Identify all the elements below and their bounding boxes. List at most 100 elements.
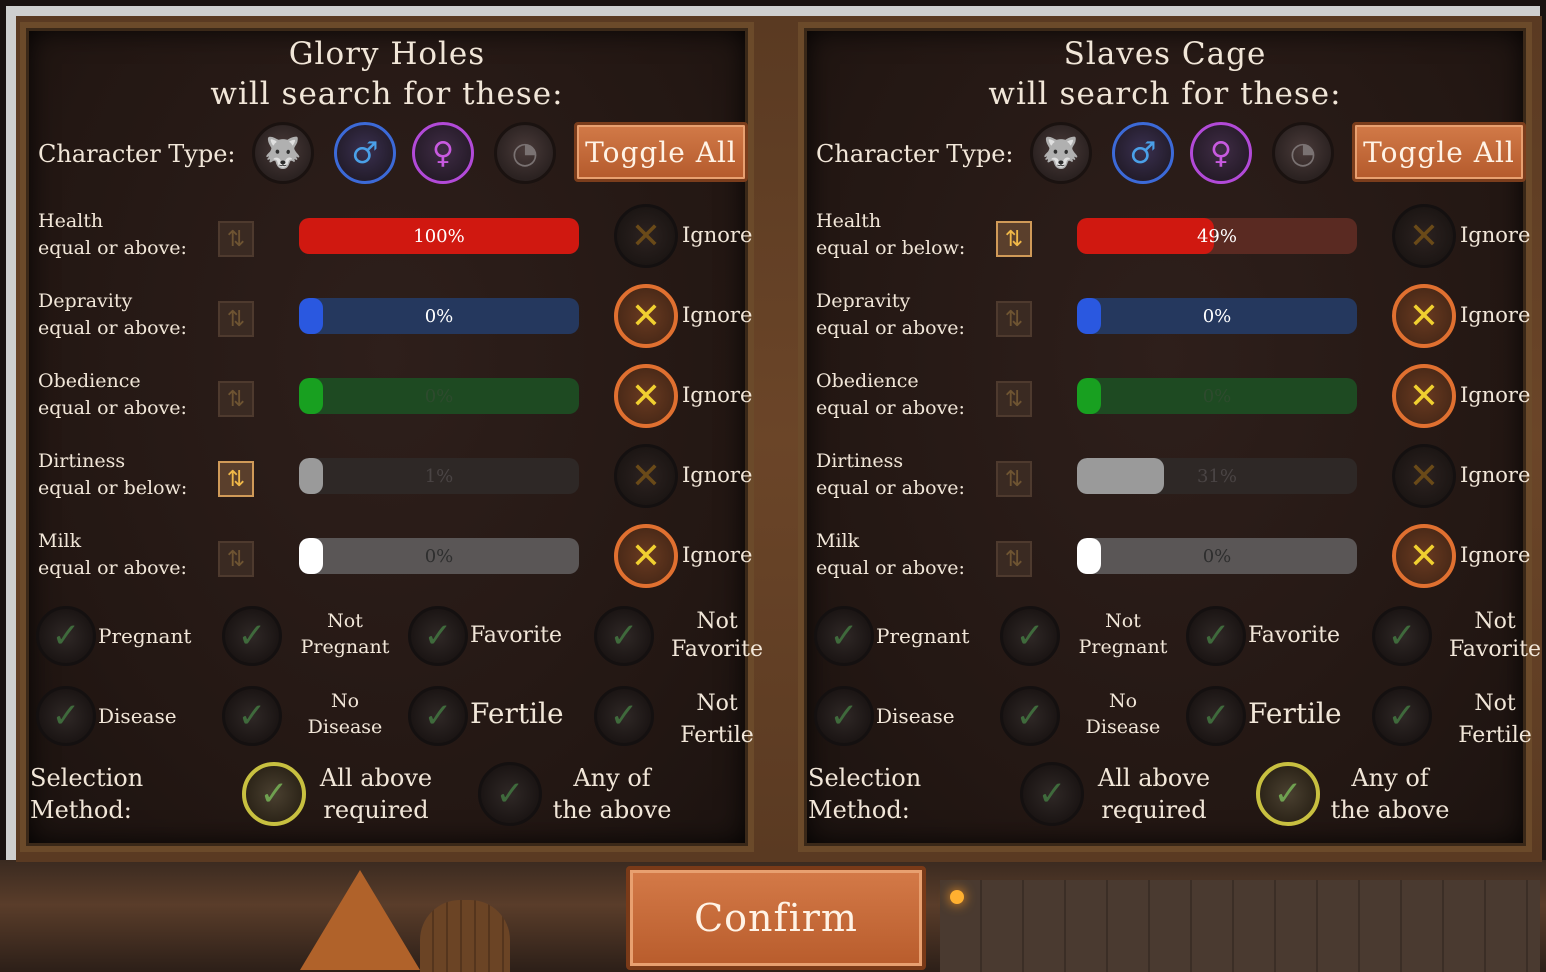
filter-checkbox[interactable]: ✓ <box>594 686 654 746</box>
swap-condition-button[interactable]: ⇅ <box>218 221 254 257</box>
swap-condition-button[interactable]: ⇅ <box>996 541 1032 577</box>
ignore-label: Ignore <box>1460 543 1531 567</box>
stat-label-obedience: Obedience equal or above: <box>816 368 965 422</box>
confirm-button[interactable]: Confirm <box>626 866 926 970</box>
filter-checkbox[interactable]: ✓ <box>594 606 654 666</box>
swap-condition-button[interactable]: ⇅ <box>996 381 1032 417</box>
filter-checkbox[interactable]: ✓ <box>36 606 96 666</box>
filter-checkbox[interactable]: ✓ <box>408 606 468 666</box>
panel-title: Slaves Cage <box>1063 36 1267 72</box>
stat-slider-dirtiness[interactable]: 1% <box>299 458 579 494</box>
ignore-toggle[interactable]: ✕ <box>614 284 678 348</box>
filter-label-line2: Favorite <box>1449 637 1541 662</box>
ignore-toggle[interactable]: ✕ <box>614 364 678 428</box>
filter-checkbox[interactable]: ✓ <box>1372 686 1432 746</box>
swap-icon: ⇅ <box>1004 386 1024 412</box>
ignore-toggle[interactable]: ✕ <box>614 444 678 508</box>
method-all-label: All above required <box>1084 762 1224 826</box>
stat-name: Obedience <box>816 370 919 392</box>
stat-condition: equal or above: <box>816 317 965 339</box>
filter-checkbox[interactable]: ✓ <box>1186 606 1246 666</box>
filter-checkbox[interactable]: ✓ <box>814 686 874 746</box>
checkmark-icon: ✓ <box>1037 774 1067 814</box>
method-all-line2: required <box>323 796 429 824</box>
filter-label: Pregnant <box>876 624 970 648</box>
filter-checkbox[interactable]: ✓ <box>1186 686 1246 746</box>
ignore-toggle[interactable]: ✕ <box>1392 284 1456 348</box>
swap-condition-button[interactable]: ⇅ <box>218 461 254 497</box>
ignore-toggle[interactable]: ✕ <box>1392 204 1456 268</box>
filter-label: Not Pregnant <box>280 608 410 660</box>
x-icon: ✕ <box>1408 295 1440 337</box>
fetus-icon: ◔ <box>1289 135 1317 171</box>
stat-slider-depravity[interactable]: 0% <box>299 298 579 334</box>
filter-label: No Disease <box>280 688 410 740</box>
toggle-all-button[interactable]: Toggle All <box>1352 122 1526 182</box>
stat-slider-health[interactable]: 49% <box>1077 218 1357 254</box>
x-icon: ✕ <box>1408 215 1440 257</box>
method-all-radio[interactable]: ✓ <box>1020 762 1084 826</box>
stat-slider-dirtiness[interactable]: 31% <box>1077 458 1357 494</box>
swap-condition-button[interactable]: ⇅ <box>996 221 1032 257</box>
swap-condition-button[interactable]: ⇅ <box>218 301 254 337</box>
character-type-button[interactable]: ♂ <box>334 122 396 184</box>
slider-value: 0% <box>1202 305 1232 327</box>
stat-condition: equal or below: <box>816 237 966 259</box>
ignore-toggle[interactable]: ✕ <box>614 524 678 588</box>
ignore-label: Ignore <box>682 543 753 567</box>
slider-value: 0% <box>424 385 454 407</box>
method-any-radio[interactable]: ✓ <box>1256 762 1320 826</box>
character-type-button[interactable]: ◔ <box>1272 122 1334 184</box>
toggle-all-button[interactable]: Toggle All <box>574 122 748 182</box>
method-any-radio[interactable]: ✓ <box>478 762 542 826</box>
slider-value: 0% <box>424 305 454 327</box>
swap-condition-button[interactable]: ⇅ <box>218 541 254 577</box>
character-type-button[interactable]: 🐺 <box>252 122 314 184</box>
stat-slider-health[interactable]: 100% <box>299 218 579 254</box>
checkmark-icon: ✓ <box>495 774 525 814</box>
stat-slider-obedience[interactable]: 0% <box>299 378 579 414</box>
filter-checkbox[interactable]: ✓ <box>1000 686 1060 746</box>
filter-label: Disease <box>876 704 955 728</box>
checkmark-icon: ✓ <box>829 696 859 736</box>
filter-checkbox[interactable]: ✓ <box>1372 606 1432 666</box>
panel-title: Glory Holes <box>288 36 486 72</box>
filter-label-line1: Not <box>696 609 738 634</box>
character-type-button[interactable]: ♂ <box>1112 122 1174 184</box>
filter-label: Fertile <box>1248 697 1342 730</box>
character-type-button[interactable]: ♀ <box>1190 122 1252 184</box>
stat-name: Health <box>38 210 104 232</box>
filter-checkbox[interactable]: ✓ <box>222 606 282 666</box>
stat-label-dirtiness: Dirtiness equal or above: <box>816 448 965 502</box>
stat-slider-milk[interactable]: 0% <box>299 538 579 574</box>
ignore-toggle[interactable]: ✕ <box>1392 524 1456 588</box>
x-icon: ✕ <box>1408 375 1440 417</box>
ignore-label: Ignore <box>682 383 753 407</box>
ignore-label: Ignore <box>682 303 753 327</box>
ignore-toggle[interactable]: ✕ <box>1392 444 1456 508</box>
filter-checkbox[interactable]: ✓ <box>814 606 874 666</box>
method-all-radio[interactable]: ✓ <box>242 762 306 826</box>
ignore-toggle[interactable]: ✕ <box>1392 364 1456 428</box>
stat-slider-milk[interactable]: 0% <box>1077 538 1357 574</box>
selection-label-line2: Method: <box>808 796 910 824</box>
swap-condition-button[interactable]: ⇅ <box>996 461 1032 497</box>
filter-checkbox[interactable]: ✓ <box>1000 606 1060 666</box>
swap-condition-button[interactable]: ⇅ <box>218 381 254 417</box>
filter-checkbox[interactable]: ✓ <box>222 686 282 746</box>
filter-checkbox[interactable]: ✓ <box>408 686 468 746</box>
stat-name: Milk <box>816 530 860 552</box>
character-type-button[interactable]: ♀ <box>412 122 474 184</box>
stat-label-milk: Milk equal or above: <box>816 528 965 582</box>
stat-slider-depravity[interactable]: 0% <box>1077 298 1357 334</box>
character-type-button[interactable]: ◔ <box>494 122 556 184</box>
ignore-label: Ignore <box>1460 303 1531 327</box>
beast-icon: 🐺 <box>1042 135 1080 171</box>
filter-checkbox[interactable]: ✓ <box>36 686 96 746</box>
x-icon: ✕ <box>1408 535 1440 577</box>
ignore-toggle[interactable]: ✕ <box>614 204 678 268</box>
swap-condition-button[interactable]: ⇅ <box>996 301 1032 337</box>
stat-slider-obedience[interactable]: 0% <box>1077 378 1357 414</box>
character-type-button[interactable]: 🐺 <box>1030 122 1092 184</box>
filter-label-line2: Pregnant <box>300 636 390 658</box>
